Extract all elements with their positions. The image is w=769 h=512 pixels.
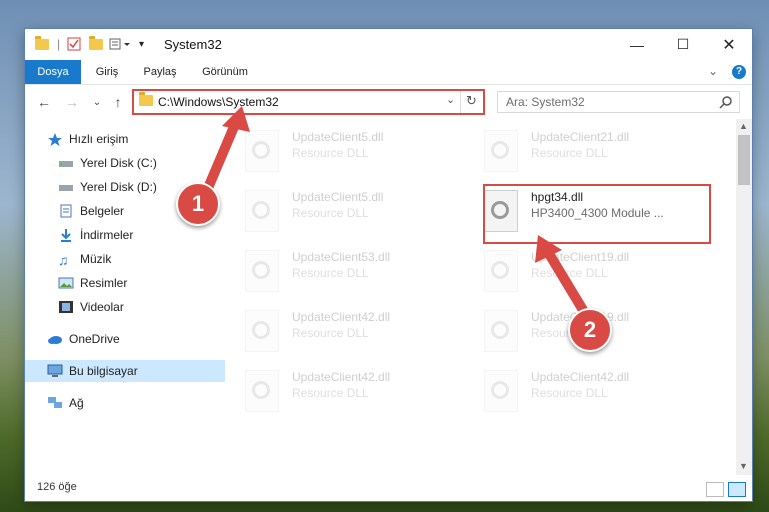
step-2-badge: 2	[568, 308, 612, 352]
step-1-badge: 1	[176, 182, 220, 226]
arrow-2	[535, 235, 588, 315]
annotation-overlay	[203, 106, 588, 315]
arrow-1	[203, 106, 250, 193]
